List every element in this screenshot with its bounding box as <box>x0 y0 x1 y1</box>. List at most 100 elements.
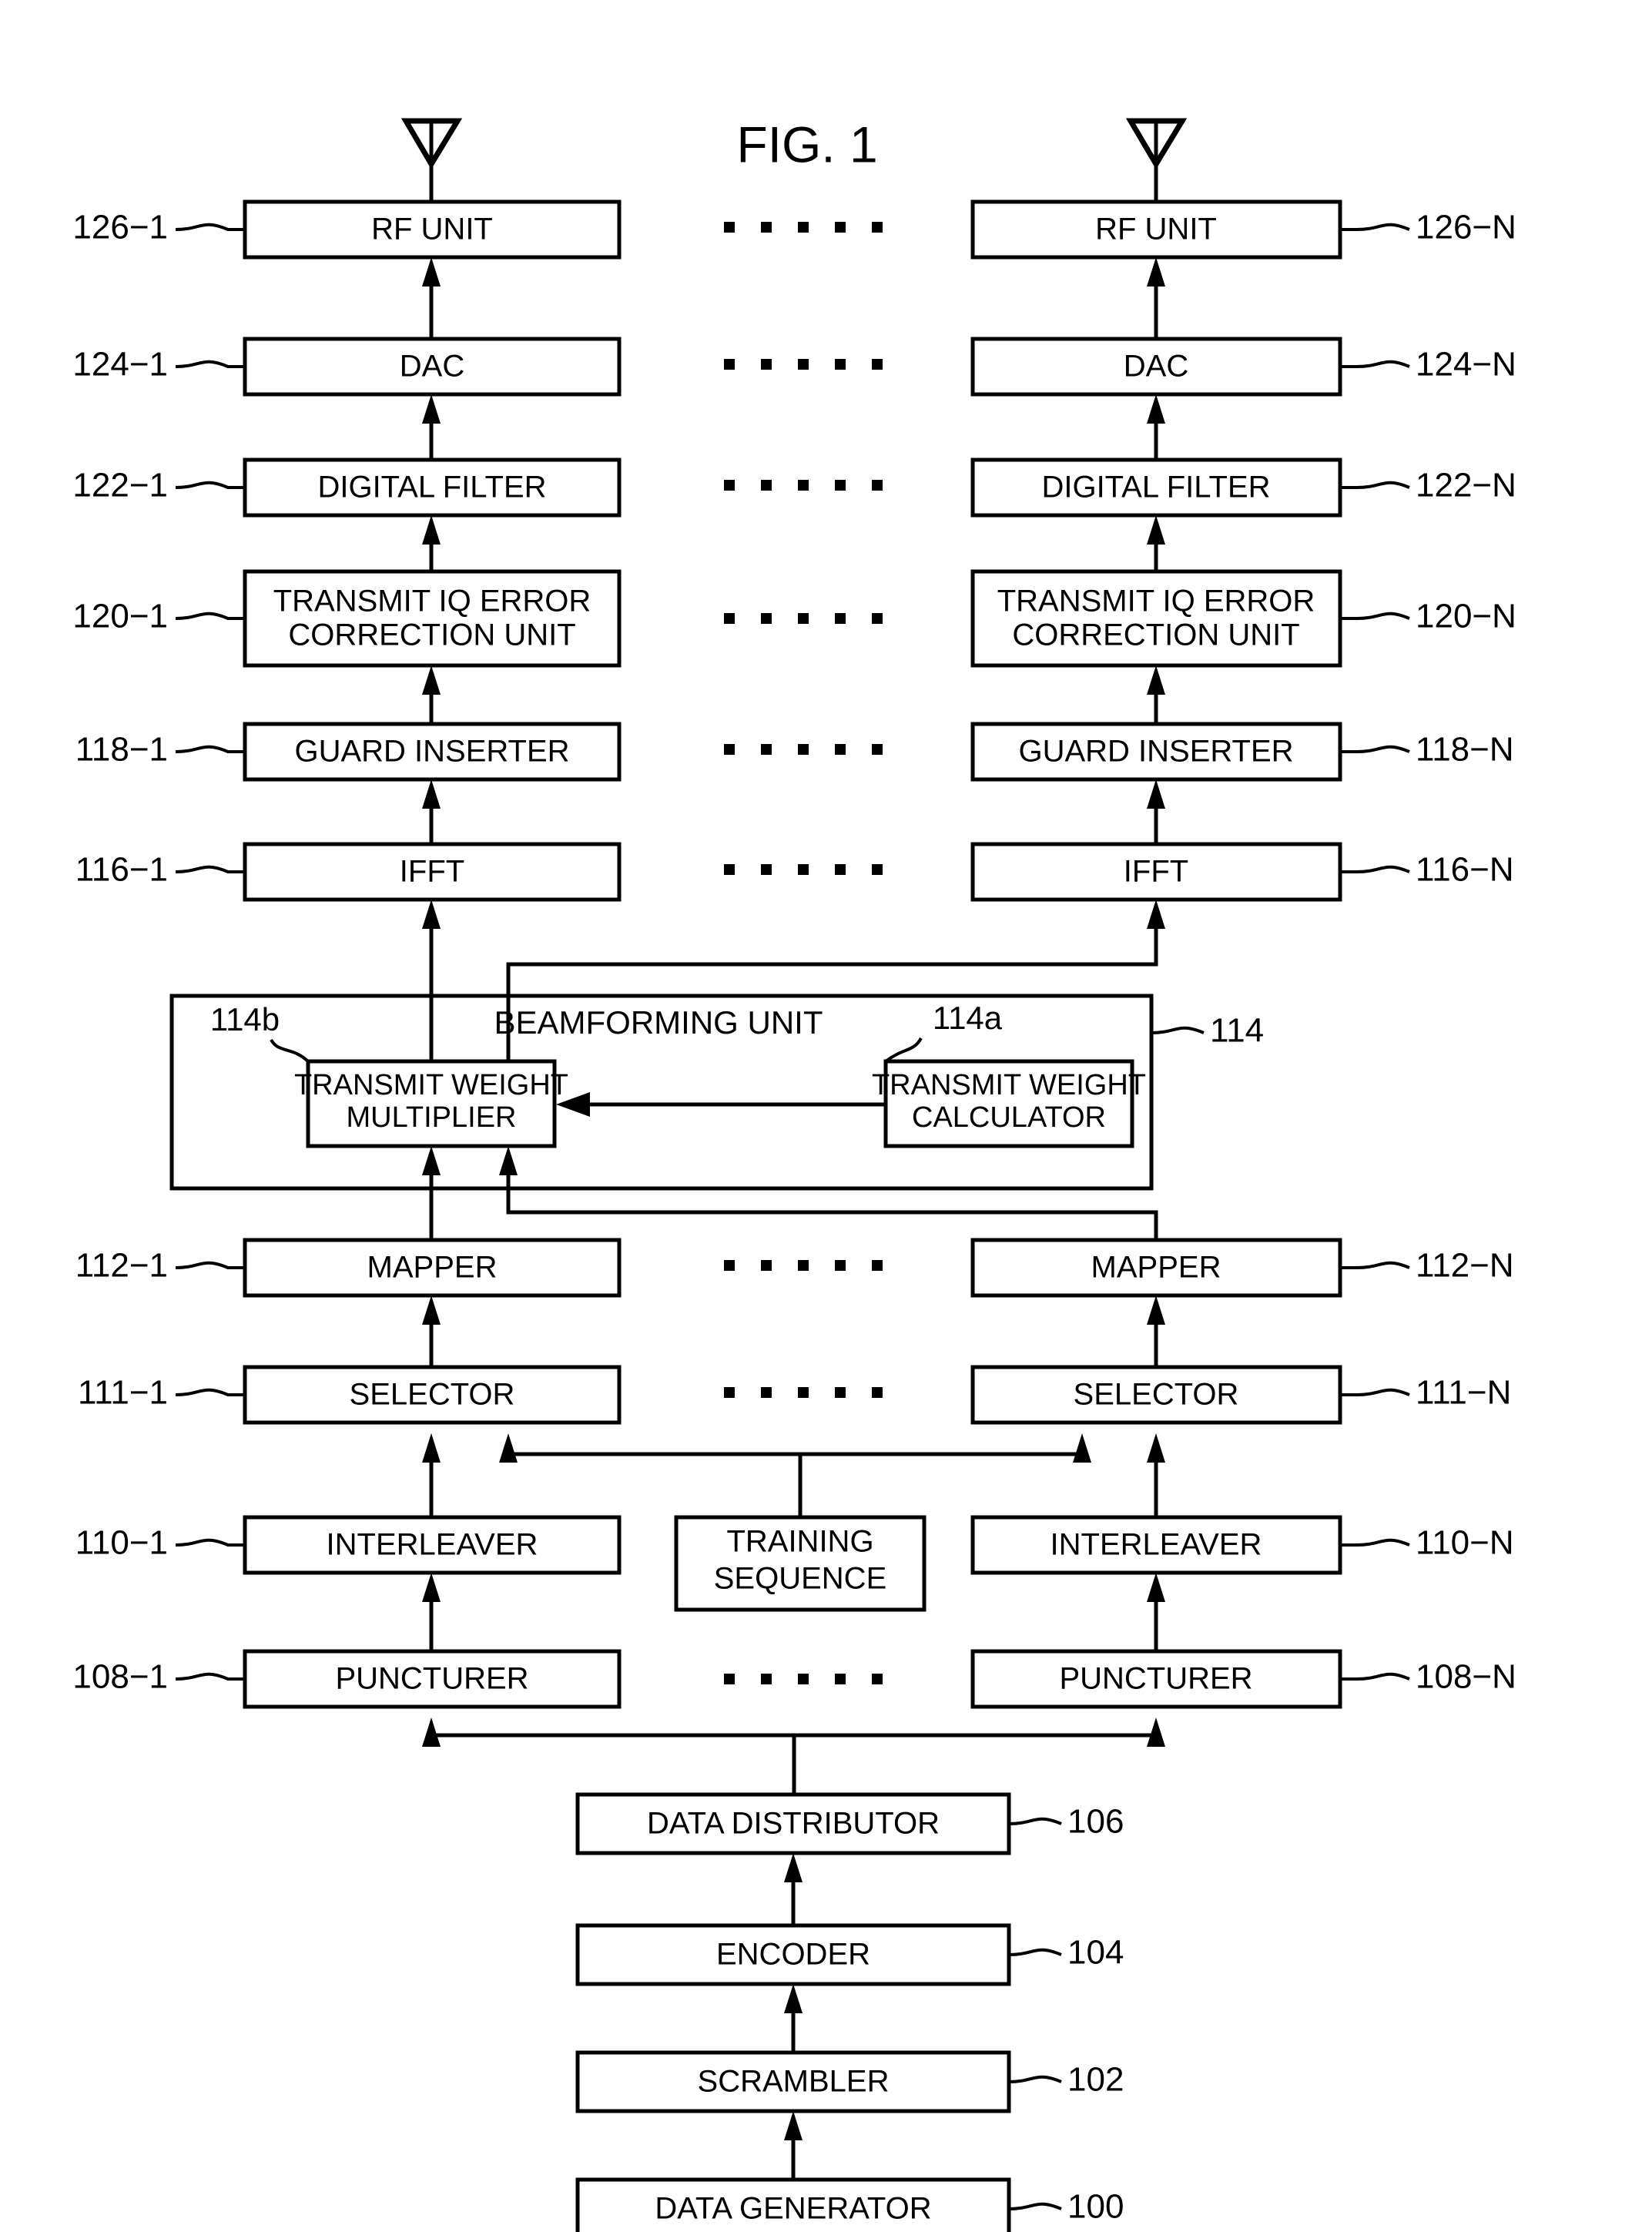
block-label-puncturer-left: PUNCTURER <box>335 1662 528 1696</box>
ref-label-126-n: 126−N <box>1416 209 1516 246</box>
block-label-data-distributor: DATA DISTRIBUTOR <box>647 1807 940 1841</box>
block-label-training-sequence-line1: TRAINING <box>726 1525 873 1559</box>
wire-training-bus <box>506 1452 1084 1460</box>
block-label-selector-left: SELECTOR <box>350 1378 515 1412</box>
arrowhead-training-to-selector-right <box>1073 1433 1091 1463</box>
chain-row-puncturer: PUNCTURER 108−1 PUNCTURER 108−N <box>72 1649 1516 1709</box>
ellipsis-row-111 <box>724 1387 883 1398</box>
arrowhead-dac-to-rf-right <box>1147 257 1165 287</box>
patent-figure-page: FIG. 1 RF UNIT 126−1 RF UNIT 126−N DAC 1… <box>0 0 1652 2232</box>
chain-row-rf-unit: RF UNIT 126−1 RF UNIT 126−N <box>72 199 1516 260</box>
ref-label-118-1: 118−1 <box>75 731 168 769</box>
ref-leader-102 <box>1008 2075 1062 2083</box>
block-label-ifft-right: IFFT <box>1124 855 1188 889</box>
ref-leader-114 <box>1151 1026 1205 1034</box>
block-label-data-generator: DATA GENERATOR <box>655 2192 931 2226</box>
ref-label-126-1: 126−1 <box>72 209 168 246</box>
block-label-training-sequence-line2: SEQUENCE <box>714 1562 887 1596</box>
block-label-iq-error-correction-left-line2: CORRECTION UNIT <box>288 618 575 652</box>
block-label-mapper-right: MAPPER <box>1091 1251 1221 1285</box>
ref-label-106: 106 <box>1067 1803 1124 1841</box>
wire-mapper-right-to-multiplier <box>506 1157 1158 1240</box>
ref-label-110-1: 110−1 <box>75 1524 168 1562</box>
ref-label-114: 114 <box>1210 1012 1264 1050</box>
block-label-ifft-left: IFFT <box>400 855 464 889</box>
ref-label-102: 102 <box>1067 2061 1124 2099</box>
ref-leader-100 <box>1008 2202 1062 2210</box>
ellipsis-row-126 <box>724 222 883 233</box>
ref-label-114b: 114b <box>210 1001 280 1037</box>
arrowhead-scrambler-to-encoder <box>784 1984 803 2013</box>
chain-row-mapper: MAPPER 112−1 MAPPER 112−N <box>75 1238 1514 1298</box>
block-label-dac-right: DAC <box>1124 350 1188 384</box>
ref-leader-111-n <box>1340 1388 1410 1396</box>
ref-leader-106 <box>1008 1817 1062 1825</box>
ref-leader-111-1 <box>175 1388 245 1396</box>
figure-title: FIG. 1 <box>736 116 877 173</box>
ref-leader-114b <box>270 1038 310 1063</box>
block-label-transmit-weight-multiplier-line1: TRANSMIT WEIGHT <box>294 1069 568 1101</box>
arrowhead-selector-to-mapper-left <box>422 1295 441 1325</box>
ref-label-108-n: 108−N <box>1416 1658 1516 1696</box>
block-label-puncturer-right: PUNCTURER <box>1059 1662 1252 1696</box>
ref-leader-114a <box>884 1037 923 1063</box>
chain-row-digital-filter: DIGITAL FILTER 122−1 DIGITAL FILTER 122−… <box>72 457 1516 518</box>
block-label-digital-filter-right: DIGITAL FILTER <box>1041 471 1270 504</box>
ref-leader-104 <box>1008 1948 1062 1956</box>
ref-leader-126-n <box>1340 223 1410 231</box>
block-label-transmit-weight-multiplier-line2: MULTIPLIER <box>346 1101 516 1134</box>
ref-label-104: 104 <box>1067 1934 1124 1972</box>
arrowhead-bus-to-puncturer-right <box>1147 1718 1165 1747</box>
ref-leader-124-n <box>1340 360 1410 368</box>
arrowhead-multiplier-to-ifft-left <box>422 900 441 929</box>
block-label-selector-right: SELECTOR <box>1074 1378 1239 1412</box>
arrowhead-puncturer-to-interleaver-right <box>1147 1573 1165 1602</box>
block-label-iq-error-correction-right-line1: TRANSMIT IQ ERROR <box>997 585 1315 618</box>
block-label-guard-inserter-right: GUARD INSERTER <box>1018 735 1293 769</box>
ref-label-111-1: 111−1 <box>78 1374 168 1412</box>
arrowhead-training-to-selector-left <box>499 1433 518 1463</box>
block-label-dac-left: DAC <box>400 350 464 384</box>
arrowhead-ifft-to-guard-left <box>422 779 441 809</box>
block-label-transmit-weight-calculator-line1: TRANSMIT WEIGHT <box>872 1069 1146 1101</box>
ellipsis-row-122 <box>724 480 883 491</box>
arrowhead-multiplier-to-ifft-right <box>1147 900 1165 929</box>
arrowhead-iq-to-filter-right <box>1147 515 1165 545</box>
ref-label-120-1: 120−1 <box>72 598 168 635</box>
arrowhead-mapper-right-to-multiplier <box>499 1146 518 1175</box>
chain-row-dac: DAC 124−1 DAC 124−N <box>72 337 1516 397</box>
ref-label-116-n: 116−N <box>1416 851 1514 889</box>
ref-leader-124-1 <box>175 360 245 368</box>
block-label-digital-filter-left: DIGITAL FILTER <box>317 471 546 504</box>
arrowhead-ifft-to-guard-right <box>1147 779 1165 809</box>
ref-leader-108-1 <box>175 1672 245 1681</box>
ref-label-118-n: 118−N <box>1416 731 1514 769</box>
beamforming-unit-title: BEAMFORMING UNIT <box>494 1004 823 1041</box>
arrowhead-mapper-left-to-multiplier <box>422 1146 441 1175</box>
arrowhead-iq-to-filter-left <box>422 515 441 545</box>
arrowhead-filter-to-dac-left <box>422 394 441 424</box>
ref-label-122-1: 122−1 <box>72 467 168 504</box>
ref-leader-118-1 <box>175 745 245 753</box>
ref-label-112-1: 112−1 <box>75 1247 168 1285</box>
ref-label-114a: 114a <box>933 1000 1003 1036</box>
ref-leader-112-1 <box>175 1261 245 1269</box>
arrowhead-dac-to-rf-left <box>422 257 441 287</box>
figure-1-block-diagram: FIG. 1 RF UNIT 126−1 RF UNIT 126−N DAC 1… <box>72 116 1516 2232</box>
block-label-rf-unit-right: RF UNIT <box>1095 213 1217 246</box>
arrowhead-guard-to-iq-left <box>422 665 441 695</box>
ref-leader-122-n <box>1340 481 1410 489</box>
ref-leader-116-n <box>1340 865 1410 873</box>
chain-row-selector: SELECTOR 111−1 SELECTOR 111−N <box>78 1365 1511 1425</box>
antenna-icon-right <box>1125 118 1188 202</box>
ref-label-124-1: 124−1 <box>72 346 168 384</box>
ellipsis-row-120 <box>724 613 883 624</box>
ref-leader-126-1 <box>175 223 245 231</box>
ref-label-110-n: 110−N <box>1416 1524 1514 1562</box>
ref-leader-110-1 <box>175 1538 245 1547</box>
block-label-iq-error-correction-left-line1: TRANSMIT IQ ERROR <box>273 585 591 618</box>
block-label-interleaver-right: INTERLEAVER <box>1051 1528 1262 1562</box>
block-label-rf-unit-left: RF UNIT <box>371 213 493 246</box>
antenna-icon-left <box>400 118 463 202</box>
ellipsis-row-116 <box>724 864 883 875</box>
